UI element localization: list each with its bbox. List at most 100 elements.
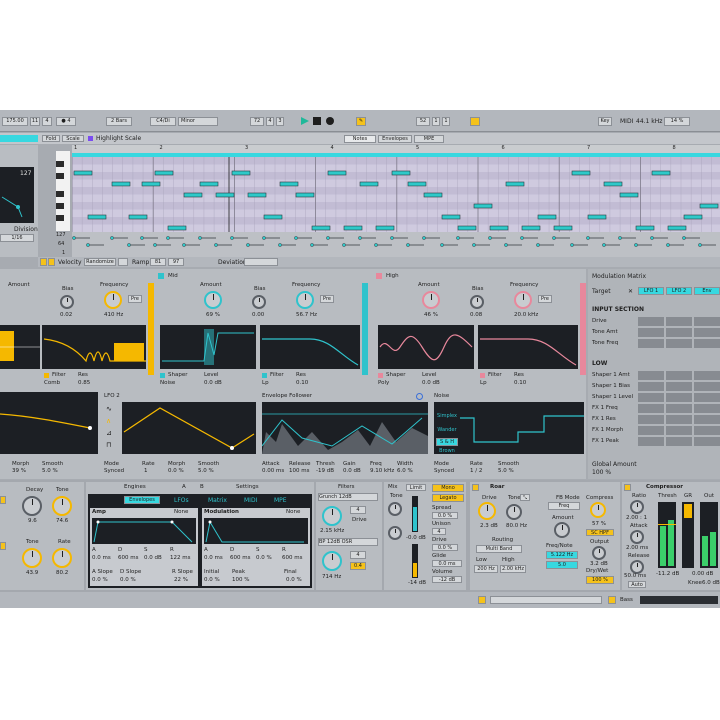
velocity-handle[interactable] — [374, 243, 378, 247]
band-amount-knob[interactable] — [204, 291, 222, 309]
matrix-cell[interactable] — [666, 317, 692, 326]
black-key[interactable] — [56, 191, 64, 197]
band-amount-knob[interactable] — [422, 291, 440, 309]
footer-toggle-b[interactable] — [48, 258, 55, 266]
matrix-cell[interactable] — [638, 382, 664, 391]
velocity-handle[interactable] — [406, 243, 410, 247]
vol-fader-1[interactable] — [412, 496, 418, 532]
velocity-handle[interactable] — [618, 236, 622, 240]
noise-rate-value[interactable]: 1 / 2 — [470, 468, 482, 475]
final-value[interactable]: 0.0 % — [286, 577, 302, 584]
mod-source-lfo1[interactable]: LFO 1 — [638, 287, 664, 295]
tab-matrix[interactable]: Matrix — [208, 498, 227, 504]
release-knob[interactable] — [630, 560, 644, 574]
vol1-value[interactable]: -0.0 dB — [406, 535, 426, 542]
env-width-value[interactable]: 6.0 % — [397, 468, 413, 475]
midi-note[interactable] — [457, 225, 477, 231]
roar-drive-value[interactable]: 2.3 dB — [480, 523, 498, 530]
midi-note[interactable] — [635, 225, 655, 231]
midi-note[interactable] — [505, 181, 525, 187]
velocity-handle[interactable] — [294, 236, 298, 240]
env-follower-power-icon[interactable] — [416, 393, 423, 400]
filter1-type[interactable]: Grunch 12dB — [318, 493, 378, 501]
velocity-handle[interactable] — [110, 236, 114, 240]
bottom-toggle-b[interactable] — [608, 596, 616, 604]
shaper-type[interactable]: Poly — [378, 380, 389, 387]
attack-value[interactable]: 2.00 ms — [626, 545, 648, 552]
noise-smooth-value[interactable]: 5.0 % — [498, 468, 514, 475]
comp-power[interactable] — [624, 484, 631, 491]
tab-envelopes[interactable]: Envelopes — [378, 135, 412, 143]
matrix-cell[interactable] — [666, 382, 692, 391]
velocity-handle[interactable] — [278, 243, 282, 247]
mono-button[interactable]: Mono — [432, 484, 464, 492]
velocity-handle[interactable] — [536, 243, 540, 247]
matrix-cell[interactable] — [666, 339, 692, 348]
midi-note[interactable] — [667, 225, 687, 231]
loop-length-select[interactable]: 2 Bars — [106, 117, 132, 126]
ratio-value[interactable]: 2.00 : 1 — [626, 515, 647, 522]
velocity-handle[interactable] — [456, 236, 460, 240]
midi-note[interactable] — [359, 181, 379, 187]
adsr-value[interactable]: 0.0 ms — [204, 555, 223, 562]
tone-value[interactable]: 74.6 — [56, 518, 68, 525]
velocity-handle[interactable] — [72, 236, 76, 240]
lfo2-shape-buttons[interactable]: ∿ ∧ ⊿ ⊓ — [104, 404, 122, 454]
mix-tone-knob[interactable] — [388, 502, 402, 516]
midi-note[interactable] — [215, 192, 235, 198]
band-frequency-knob[interactable] — [104, 291, 122, 309]
band-amount-value[interactable]: 46 % — [424, 312, 438, 319]
black-key[interactable] — [56, 173, 64, 179]
voice-drive-field[interactable]: 0.0 % — [432, 544, 458, 551]
roar-power[interactable] — [472, 484, 479, 491]
noise-brown-button[interactable]: Brown — [434, 447, 460, 454]
compress-knob[interactable] — [590, 502, 606, 518]
stop-button[interactable] — [313, 117, 321, 125]
time-sig-numerator[interactable]: 11 — [30, 117, 40, 126]
a-slope-value[interactable]: 0.0 % — [92, 577, 108, 584]
midi-note[interactable] — [571, 170, 591, 176]
adsr-value[interactable]: 0.0 ms — [92, 555, 111, 562]
triangle-wave-icon[interactable]: ∧ — [106, 418, 111, 425]
velocity-handle[interactable] — [86, 243, 90, 247]
metronome-button[interactable]: ● 4 — [56, 117, 76, 126]
clip-overview-1[interactable] — [490, 596, 602, 604]
matrix-cell[interactable] — [694, 328, 720, 337]
midi-note[interactable] — [87, 214, 107, 220]
roar-tone-knob[interactable] — [506, 504, 522, 520]
rate-knob[interactable] — [52, 548, 72, 568]
midi-note[interactable] — [111, 181, 131, 187]
compress-value[interactable]: 57 % — [592, 521, 606, 528]
tab-envelopes[interactable]: Envelopes — [124, 496, 160, 504]
fb-mode-select[interactable]: Freq — [548, 502, 580, 510]
mod-source-env[interactable]: Env — [694, 287, 720, 295]
note-editor[interactable] — [72, 157, 720, 232]
midi-note[interactable] — [154, 170, 174, 176]
decay-value[interactable]: 9.6 — [28, 518, 37, 525]
velocity-handle[interactable] — [262, 236, 266, 240]
matrix-cell[interactable] — [638, 328, 664, 337]
velocity-handle[interactable] — [698, 243, 702, 247]
roar-tone-toggle[interactable]: ⤡ — [520, 494, 530, 501]
filter-type[interactable]: Lp — [480, 380, 487, 387]
band-bias-knob[interactable] — [252, 295, 266, 309]
velocity-lane[interactable] — [72, 232, 720, 257]
ramp-start[interactable]: 81 — [150, 258, 166, 266]
filter1-freq-knob[interactable] — [322, 506, 342, 526]
arrangement-position-beat[interactable]: 4 — [266, 117, 274, 126]
adsr-value[interactable]: 0.0 % — [256, 555, 272, 562]
randomize-amount[interactable] — [118, 258, 128, 266]
midi-note[interactable] — [263, 214, 283, 220]
velocity-handle[interactable] — [570, 243, 574, 247]
filter-type[interactable]: Comb — [44, 380, 60, 387]
midi-note[interactable] — [423, 192, 443, 198]
bottom-toggle-a[interactable] — [478, 596, 486, 604]
midi-note[interactable] — [311, 225, 331, 231]
midi-note[interactable] — [128, 214, 148, 220]
matrix-cell[interactable] — [694, 437, 720, 446]
velocity-handle[interactable] — [552, 236, 556, 240]
band-frequency-value[interactable]: 20.0 kHz — [514, 312, 538, 319]
mod-source-lfo2[interactable]: LFO 2 — [666, 287, 692, 295]
draw-mode-button[interactable]: ✎ — [356, 117, 366, 126]
adsr-value[interactable]: 600 ms — [118, 555, 138, 562]
